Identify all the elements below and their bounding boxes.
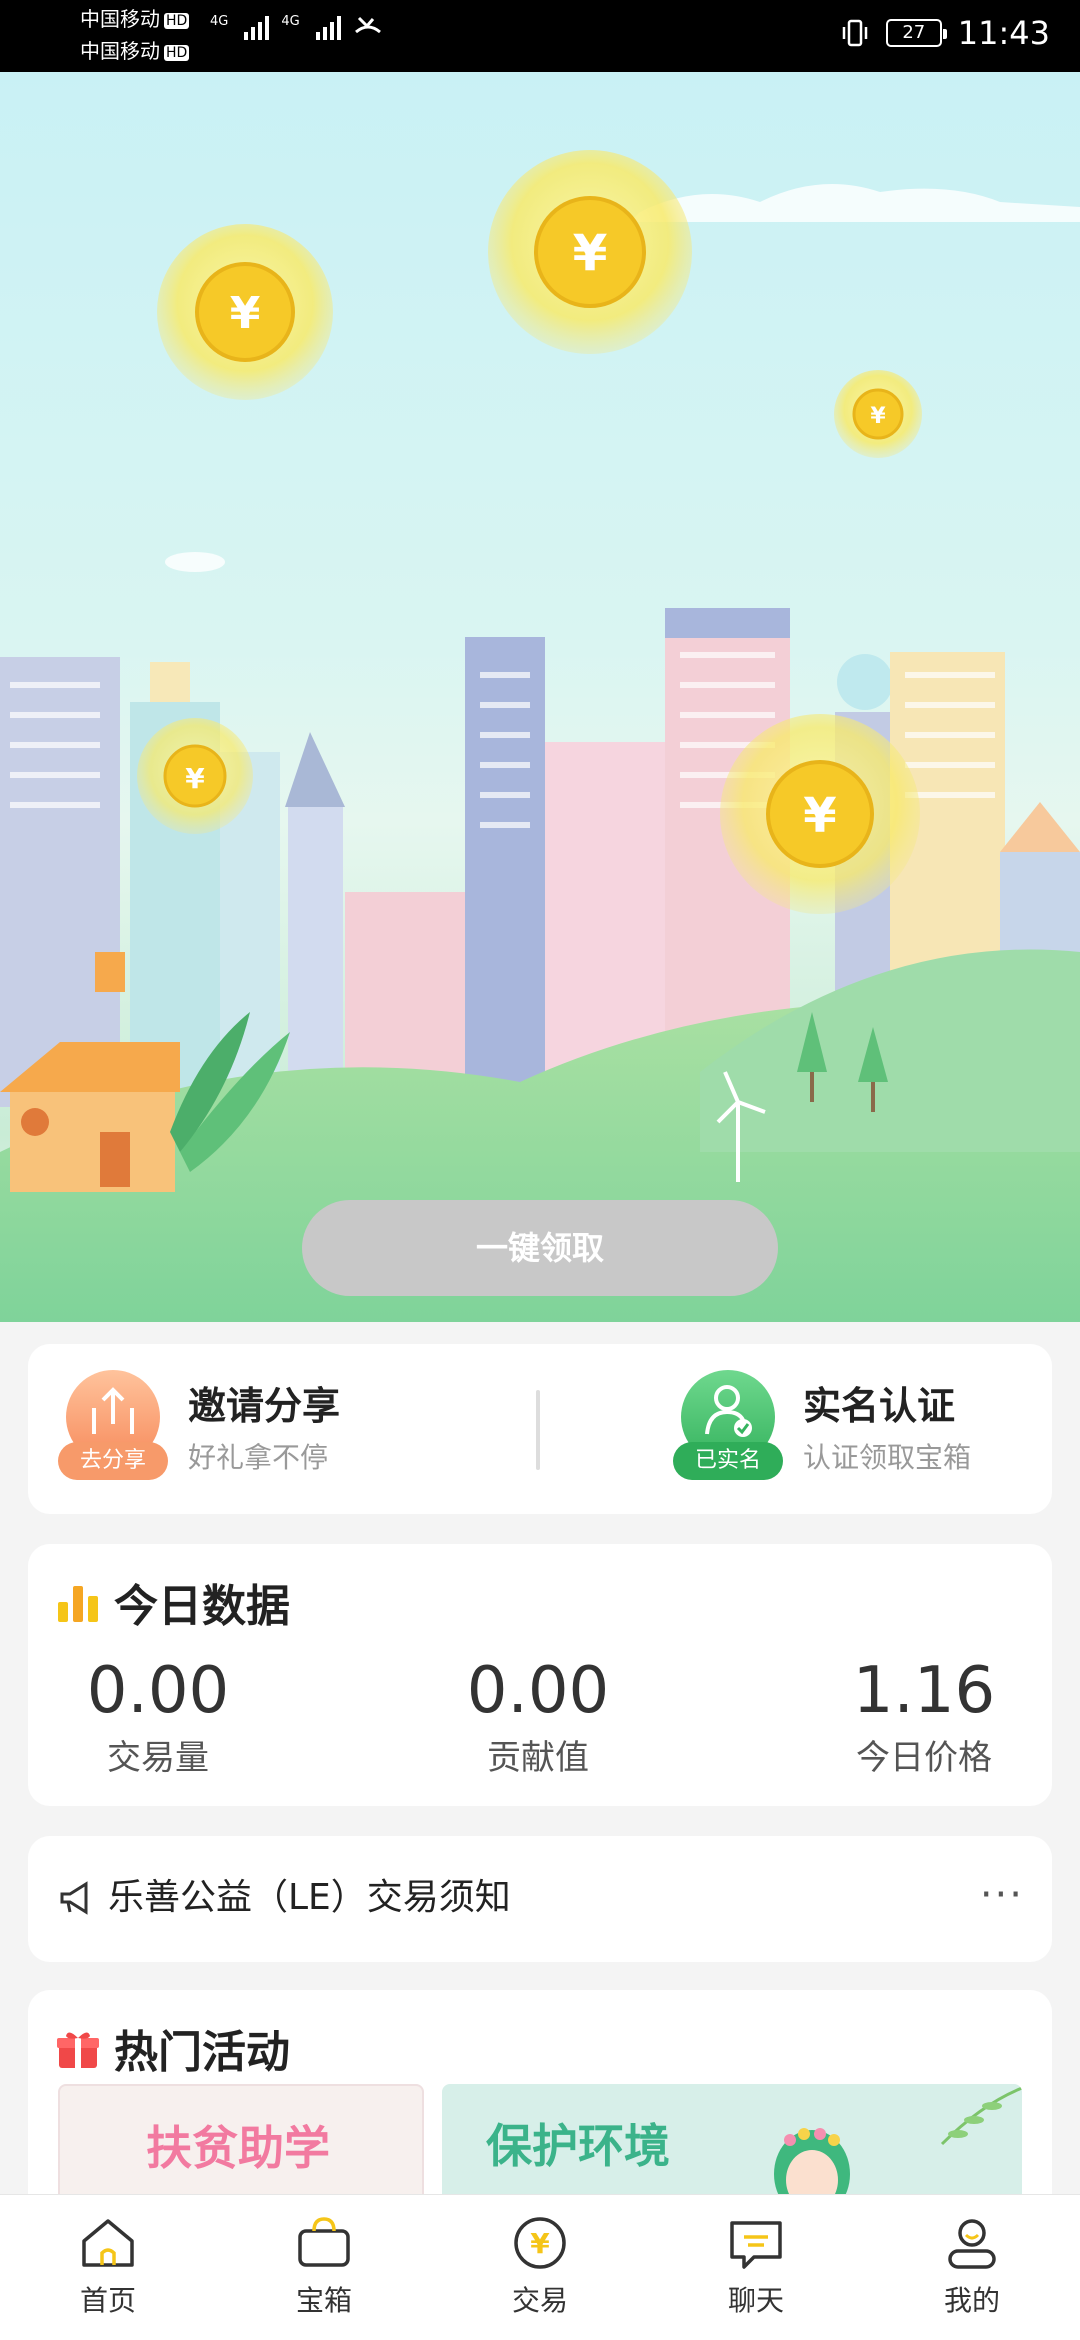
tab-home[interactable]: 首页 — [48, 2213, 168, 2319]
claim-all-button[interactable]: 一键领取 — [302, 1200, 778, 1296]
svg-text:¥: ¥ — [230, 288, 261, 339]
hero-banner: ¥ ¥ ¥ ¥ ¥ 一键领取 — [0, 72, 1080, 1322]
feature-card: 去分享 邀请分享 好礼拿不停 已实名 实名认证 认证领取宝箱 — [28, 1344, 1052, 1514]
battery-icon: 27 — [885, 19, 947, 47]
bottom-tab-bar: 首页 宝箱 ¥ 交易 聊天 我的 — [0, 2194, 1080, 2340]
svg-text:¥: ¥ — [870, 404, 886, 429]
megaphone-icon — [60, 1881, 88, 1915]
bar-chart-icon — [58, 1586, 98, 1622]
city-illustration: ¥ ¥ ¥ ¥ ¥ — [0, 150, 1080, 1322]
gift-icon — [57, 2032, 99, 2068]
tab-chat[interactable]: 聊天 — [696, 2213, 816, 2319]
divider — [536, 1390, 540, 1470]
leaves-icon — [940, 2086, 1022, 2146]
stat-today-price: 1.16 今日价格 — [852, 1654, 996, 1778]
notice-card[interactable]: 乐善公益（LE）交易须知 ··· — [28, 1836, 1052, 1962]
home-icon — [82, 2219, 134, 2267]
svg-text:¥: ¥ — [185, 762, 205, 795]
real-name-verify-entry[interactable]: 已实名 实名认证 认证领取宝箱 — [673, 1370, 971, 1480]
hot-activities-title: 热门活动 — [114, 2027, 290, 2078]
svg-text:¥: ¥ — [803, 788, 836, 844]
stat-contribution: 0.00 贡献值 — [466, 1654, 610, 1778]
stat-trade-volume: 0.00 交易量 — [86, 1654, 230, 1778]
share-icon: 去分享 — [58, 1370, 168, 1480]
notice-text: 乐善公益（LE）交易须知 — [108, 1877, 511, 1918]
svg-text:¥: ¥ — [530, 2227, 550, 2260]
chat-icon — [730, 2221, 782, 2269]
today-data-title: 今日数据 — [114, 1581, 290, 1632]
status-bar: 中国移动 HD 中国移动 HD 4G 4G 27 11:43 — [0, 0, 1080, 72]
treasure-box-icon — [298, 2217, 350, 2267]
tab-profile[interactable]: 我的 — [912, 2213, 1032, 2319]
tab-treasure-box[interactable]: 宝箱 — [264, 2213, 384, 2319]
verify-subtitle: 认证领取宝箱 — [803, 1440, 972, 1474]
vibrate-icon — [842, 19, 868, 47]
tab-trade[interactable]: ¥ 交易 — [480, 2213, 600, 2319]
verify-title: 实名认证 — [803, 1383, 956, 1428]
carrier-label-1: 中国移动 HD — [80, 7, 190, 31]
more-icon[interactable]: ··· — [980, 1872, 1024, 1918]
profile-icon — [948, 2219, 996, 2269]
carrier-label-2: 中国移动 HD — [80, 39, 190, 63]
today-data-card: 今日数据 0.00 交易量 0.00 贡献值 1.16 今日价格 — [28, 1544, 1052, 1806]
signal-icon: 4G 4G — [210, 14, 383, 40]
invite-share-entry[interactable]: 去分享 邀请分享 好礼拿不停 — [58, 1370, 340, 1480]
clock: 11:43 — [957, 14, 1050, 52]
invite-title: 邀请分享 — [188, 1383, 341, 1428]
svg-text:¥: ¥ — [573, 224, 608, 282]
invite-subtitle: 好礼拿不停 — [188, 1440, 329, 1474]
yuan-coin-icon: ¥ — [514, 2217, 566, 2269]
missed-call-icon — [354, 16, 381, 34]
verified-user-icon: 已实名 — [673, 1370, 783, 1480]
